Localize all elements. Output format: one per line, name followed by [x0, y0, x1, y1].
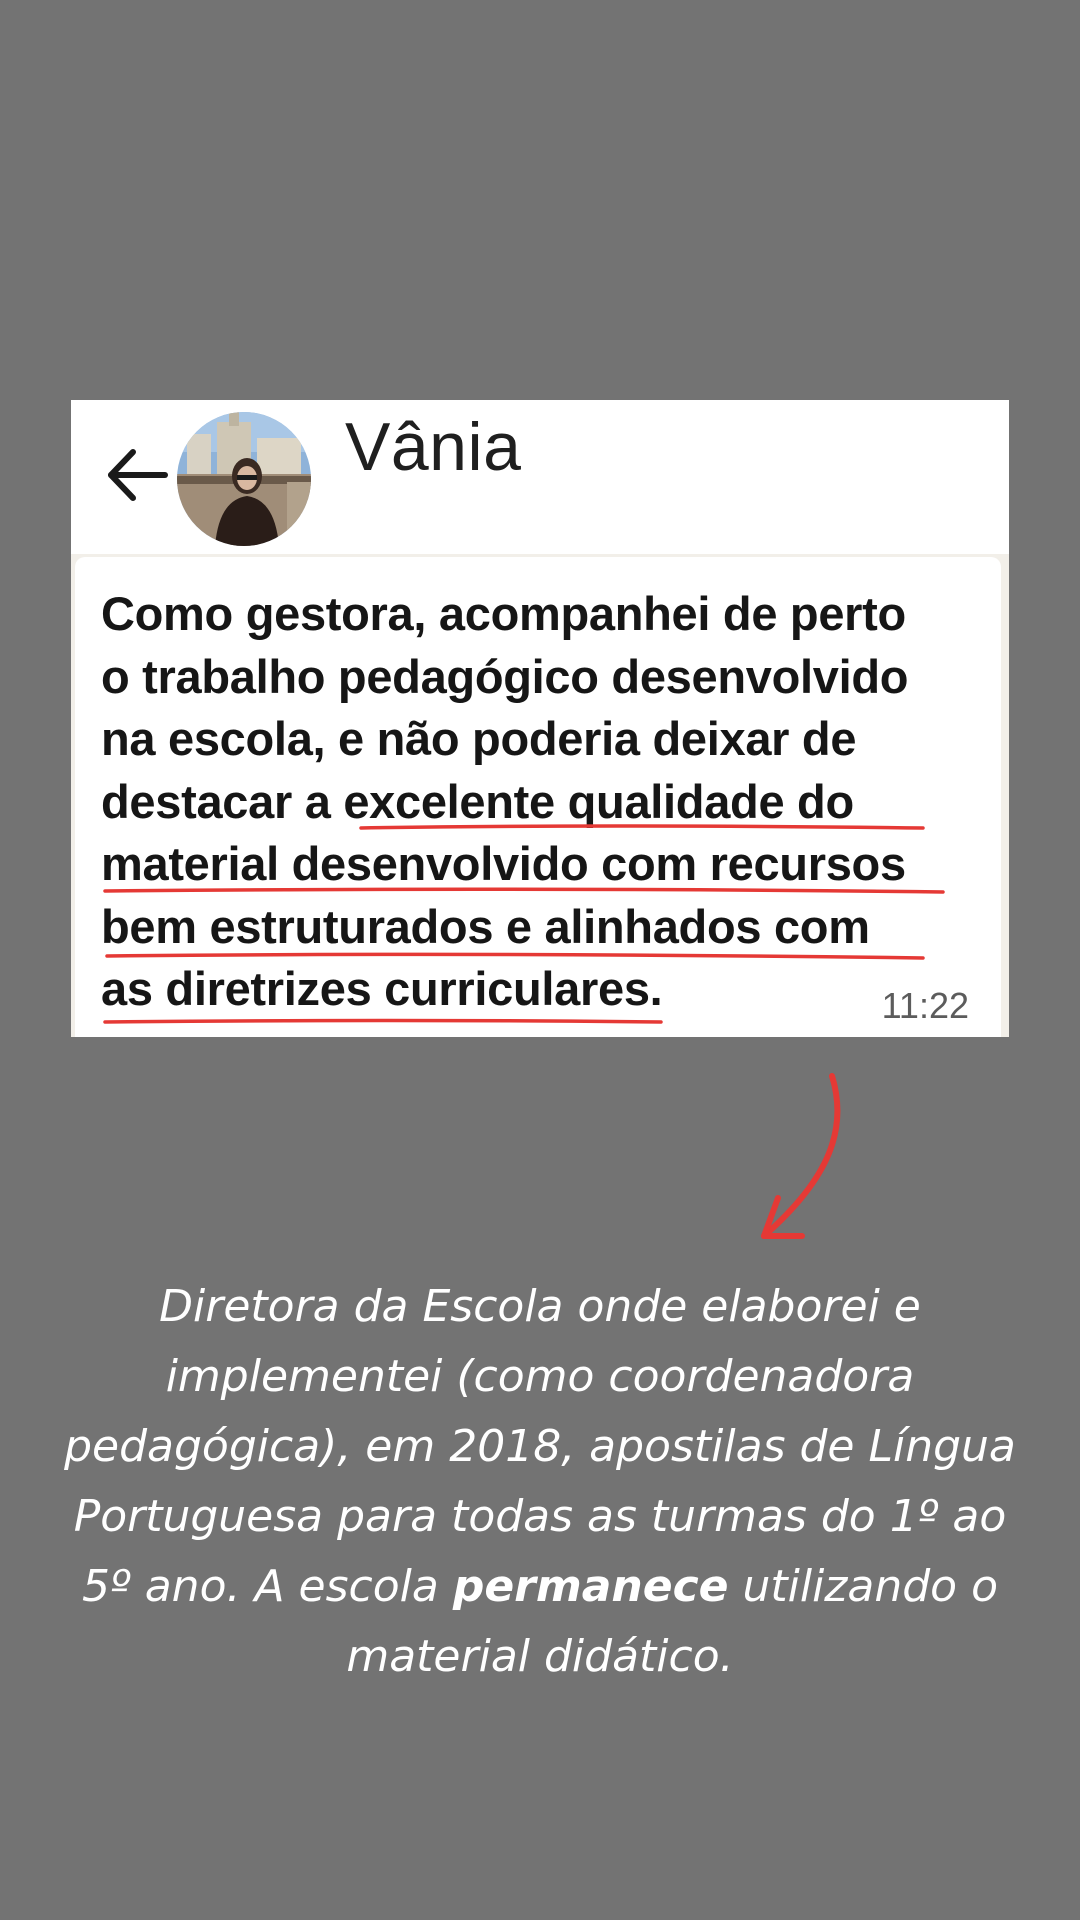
highlighted-text: excelente qualidade do — [343, 774, 854, 828]
avatar[interactable] — [177, 412, 311, 546]
caption-text: Diretora da Escola onde elaborei e imple… — [60, 1272, 1020, 1692]
message-line: Como gestora, acompanhei de perto — [101, 587, 906, 640]
contact-name[interactable]: Vânia — [345, 408, 521, 486]
chat-header: Vânia — [71, 400, 1009, 554]
chat-screenshot: Vânia Como gestora, acompanhei de perto o… — [71, 400, 1009, 1037]
message-text: Como gestora, acompanhei de perto o traba… — [101, 583, 981, 1021]
message-line: na escola, e não poderia deixar de — [101, 712, 857, 765]
curved-arrow-icon — [761, 1073, 841, 1239]
message-line: o trabalho pedagógico desenvolvido — [101, 649, 909, 703]
highlighted-text: bem estruturados e alinhados com — [101, 899, 870, 953]
arrow-left-icon[interactable] — [101, 440, 171, 510]
highlighted-text: material desenvolvido com recursos — [101, 837, 906, 890]
message-bubble: Como gestora, acompanhei de perto o traba… — [75, 557, 1001, 1037]
message-line: destacar a — [101, 774, 344, 828]
highlighted-text: as diretrizes curriculares. — [101, 962, 663, 1015]
caption-emphasis: permanece — [452, 1561, 729, 1612]
message-timestamp: 11:22 — [881, 985, 969, 1026]
